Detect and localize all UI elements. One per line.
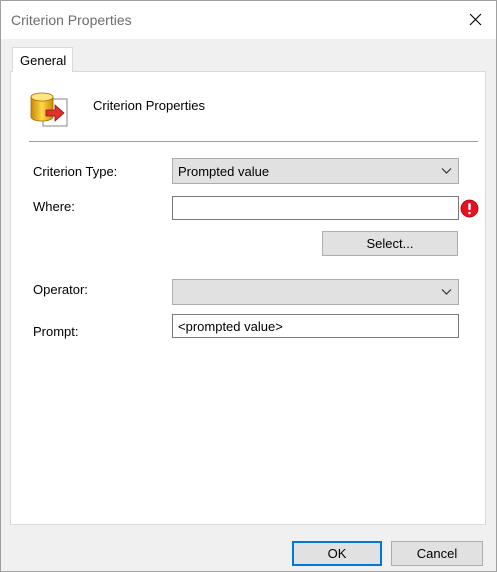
prompt-field[interactable]: <prompted value> (172, 314, 459, 338)
cancel-button-label: Cancel (416, 546, 458, 561)
criterion-type-select[interactable]: Prompted value (172, 158, 459, 184)
chevron-down-icon (441, 289, 452, 295)
criterion-type-label: Criterion Type: (33, 164, 118, 179)
select-button[interactable]: Select... (322, 231, 458, 256)
operator-label: Operator: (33, 282, 88, 297)
header-label: Criterion Properties (93, 98, 205, 113)
where-label: Where: (33, 199, 75, 214)
criterion-type-value: Prompted value (178, 164, 270, 179)
prompt-label: Prompt: (33, 324, 79, 339)
close-icon (469, 13, 482, 26)
cancel-button[interactable]: Cancel (391, 541, 483, 566)
operator-select[interactable] (172, 279, 459, 305)
window-title: Criterion Properties (11, 12, 132, 28)
prompt-value: <prompted value> (178, 319, 283, 334)
error-icon (460, 199, 479, 218)
select-button-label: Select... (366, 236, 414, 251)
criterion-properties-dialog: Criterion Properties General Criterion P… (0, 0, 497, 572)
header-separator (29, 141, 478, 145)
tab-general-label: General (20, 53, 67, 68)
ok-button[interactable]: OK (292, 541, 382, 566)
chevron-down-icon (441, 168, 452, 174)
database-arrow-icon (30, 92, 68, 127)
tab-general[interactable]: General (12, 47, 73, 72)
ok-button-label: OK (327, 546, 347, 561)
where-field[interactable] (172, 196, 459, 220)
close-button[interactable] (456, 1, 496, 39)
title-bar: Criterion Properties (1, 1, 496, 39)
